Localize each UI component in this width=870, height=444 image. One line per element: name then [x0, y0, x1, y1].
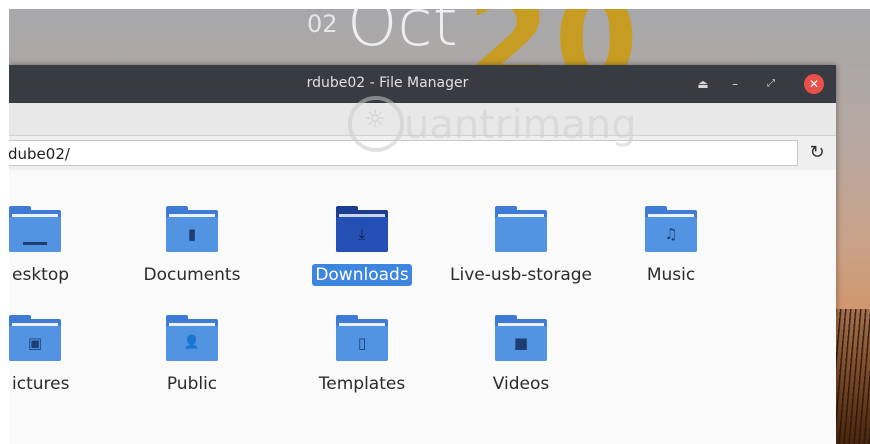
public-folder-icon: 👤: [166, 315, 218, 361]
videos-folder-icon: ■: [495, 315, 547, 361]
folder-label: esktop: [12, 265, 70, 285]
folder-label: Public: [166, 374, 218, 394]
eject-icon[interactable]: ⏏: [693, 74, 713, 94]
pictures-folder-icon: ▣: [9, 315, 61, 361]
folder-item-downloads[interactable]: ⤓ Downloads: [282, 206, 442, 286]
folder-label: Templates: [318, 374, 406, 394]
folder-item-pictures[interactable]: ▣ ictures: [9, 315, 73, 395]
folder-label: ictures: [12, 374, 70, 394]
reload-icon[interactable]: ↻: [805, 142, 829, 164]
toolbar: [9, 103, 836, 136]
clock-day: 02: [307, 10, 338, 38]
desktop-background: 02 Oct 20 rdube02 - File Manager ⏏ – ⤢ ✕…: [9, 9, 870, 444]
close-icon[interactable]: ✕: [804, 74, 824, 94]
folder-label: Documents: [143, 265, 241, 285]
clock-month: Oct: [347, 9, 458, 61]
folder-label: Videos: [492, 374, 550, 394]
desktop-folder-icon: [9, 206, 61, 252]
folder-item-documents[interactable]: ▮ Documents: [112, 206, 272, 286]
folder-view: esktop ▮ Documents ⤓ Downloads Live-usb-…: [9, 170, 836, 444]
folder-item-public[interactable]: 👤 Public: [112, 315, 272, 395]
location-bar: dube02/ ↻: [9, 136, 836, 171]
minimize-icon[interactable]: –: [725, 74, 745, 94]
folder-item-music[interactable]: ♫ Music: [591, 206, 751, 286]
folder-label: Music: [646, 265, 696, 285]
location-input[interactable]: dube02/: [9, 140, 798, 166]
folder-item-videos[interactable]: ■ Videos: [441, 315, 601, 395]
file-manager-window: rdube02 - File Manager ⏏ – ⤢ ✕ dube02/ ↻…: [9, 65, 836, 444]
folder-item-live-usb-storage[interactable]: Live-usb-storage: [441, 206, 601, 286]
folder-label-selected: Downloads: [312, 264, 412, 286]
downloads-folder-icon: ⤓: [336, 206, 388, 252]
folder-icon: [495, 206, 547, 252]
folder-item-templates[interactable]: ▯ Templates: [282, 315, 442, 395]
tree-silhouette: [835, 309, 870, 444]
folder-item-desktop[interactable]: esktop: [9, 206, 73, 286]
music-folder-icon: ♫: [645, 206, 697, 252]
maximize-icon[interactable]: ⤢: [761, 74, 781, 94]
documents-folder-icon: ▮: [166, 206, 218, 252]
folder-label: Live-usb-storage: [450, 265, 592, 285]
title-bar[interactable]: rdube02 - File Manager ⏏ – ⤢ ✕: [9, 65, 836, 103]
templates-folder-icon: ▯: [336, 315, 388, 361]
